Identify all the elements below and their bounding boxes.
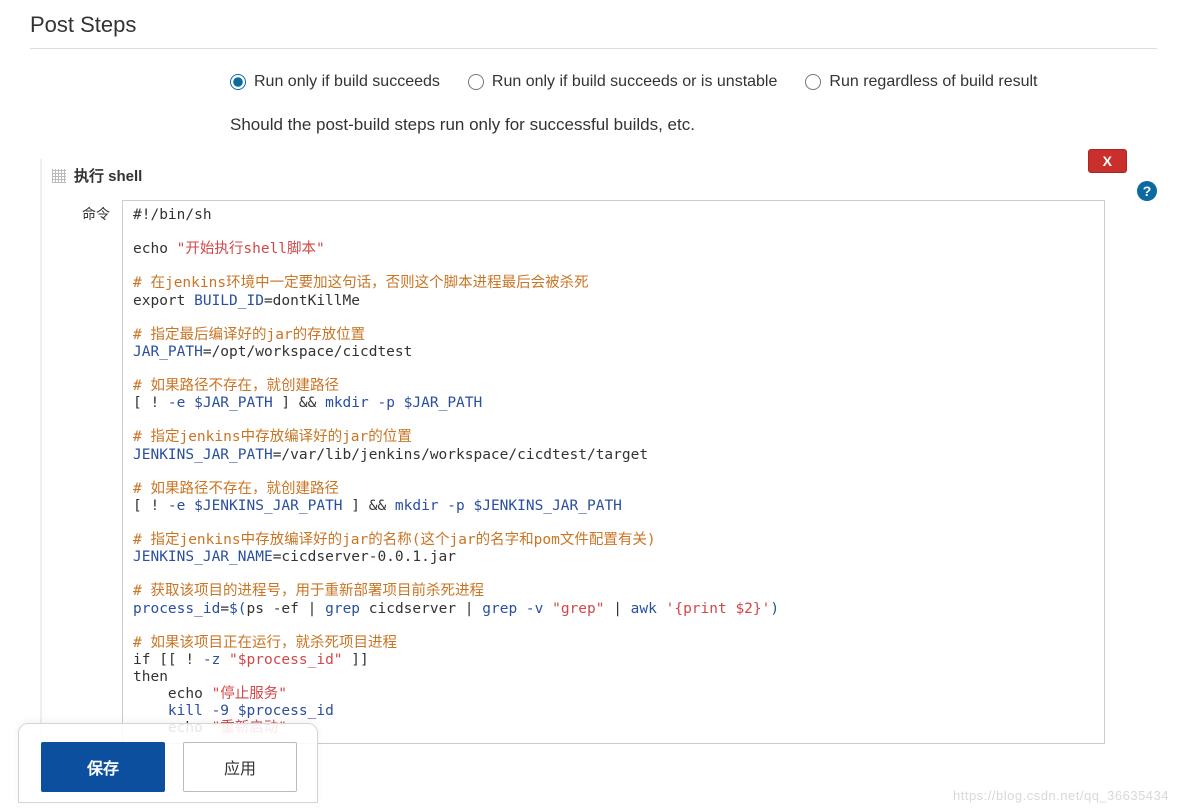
step-header[interactable]: 执行 shell: [42, 159, 1157, 192]
help-icon[interactable]: ?: [1137, 181, 1157, 201]
shell-command-textarea[interactable]: #!/bin/sh echo "开始执行shell脚本" # 在jenkins环…: [122, 200, 1105, 744]
radio-regardless[interactable]: Run regardless of build result: [805, 73, 1037, 91]
execute-shell-step: X ? 执行 shell 命令 #!/bin/sh echo "开始执行shel…: [40, 159, 1157, 752]
drag-handle-icon[interactable]: [52, 169, 66, 183]
delete-step-button[interactable]: X: [1088, 149, 1127, 173]
radio-only-succeeds[interactable]: Run only if build succeeds: [230, 73, 440, 91]
footer-action-bar: 保存 应用: [18, 723, 318, 803]
radio-regardless-input[interactable]: [805, 74, 821, 90]
post-step-help-text: Should the post-build steps run only for…: [0, 91, 1187, 159]
post-step-condition-row: Run only if build succeeds Run only if b…: [0, 49, 1187, 91]
step-title: 执行 shell: [74, 165, 142, 186]
watermark-text: https://blog.csdn.net/qq_36635434: [953, 788, 1169, 803]
radio-regardless-label: Run regardless of build result: [829, 73, 1037, 91]
radio-succeeds-or-unstable-label: Run only if build succeeds or is unstabl…: [492, 73, 778, 91]
radio-only-succeeds-label: Run only if build succeeds: [254, 73, 440, 91]
command-field-label: 命令: [52, 200, 122, 744]
save-button[interactable]: 保存: [41, 742, 165, 792]
section-title: Post Steps: [30, 0, 1157, 49]
apply-button[interactable]: 应用: [183, 742, 297, 792]
radio-only-succeeds-input[interactable]: [230, 74, 246, 90]
radio-succeeds-or-unstable-input[interactable]: [468, 74, 484, 90]
radio-succeeds-or-unstable[interactable]: Run only if build succeeds or is unstabl…: [468, 73, 778, 91]
